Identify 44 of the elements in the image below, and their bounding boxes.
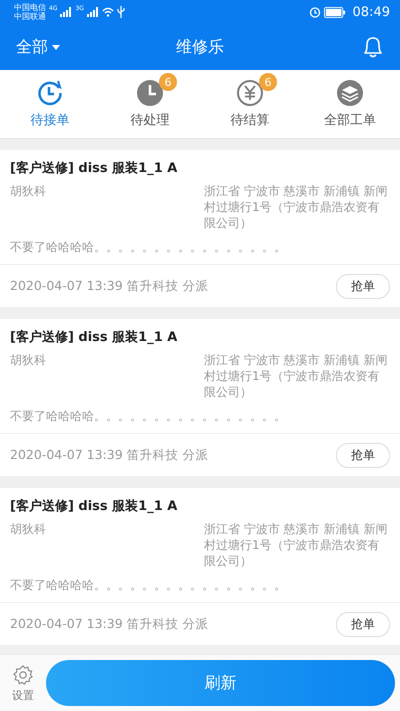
clock-icon bbox=[36, 79, 64, 107]
order-title: [客户送修] diss 服装1_1 A bbox=[10, 328, 178, 346]
filter-dropdown[interactable]: 全部 bbox=[16, 36, 60, 58]
tab[interactable]: 6 待结算 bbox=[200, 70, 300, 138]
wifi-icon bbox=[102, 7, 114, 17]
carrier-name: 中国联通 bbox=[14, 12, 46, 21]
order-title: [客户送修] diss 服装1_1 A bbox=[10, 160, 178, 177]
address-text: 浙江省 宁波市 慈溪市 新浦镇 新闸村过塘行1号（宁波市鼎浩农资有限公司） bbox=[204, 352, 388, 400]
dispatch-info: 2020-04-07 13:39 笛升科技 分派 bbox=[10, 278, 209, 294]
settings-icon bbox=[12, 664, 34, 686]
order-title: [客户送修] diss 服装1_1 A bbox=[10, 498, 178, 515]
usb-icon bbox=[116, 6, 125, 18]
yen-coin-icon bbox=[236, 79, 264, 107]
customer-name: 胡狄科 bbox=[10, 521, 46, 538]
grab-order-button[interactable]: 抢单 bbox=[336, 612, 390, 636]
address-text: 浙江省 宁波市 慈溪市 新浦镇 新闸村过塘行1号（宁波市鼎浩农资有限公司） bbox=[204, 183, 388, 231]
bell-icon bbox=[362, 35, 384, 59]
battery-icon bbox=[324, 6, 346, 18]
caret-icon bbox=[52, 44, 60, 50]
app-title: 维修乐 bbox=[176, 36, 224, 58]
grab-order-button[interactable]: 抢单 bbox=[336, 274, 390, 298]
pie-clock-icon bbox=[136, 79, 164, 107]
clock-time: 08:49 bbox=[352, 4, 390, 20]
count-badge: 6 bbox=[259, 73, 277, 91]
order-note: 不要了哈哈哈哈。。。。。。。。。。。。。。。。 bbox=[10, 577, 287, 594]
order-note: 不要了哈哈哈哈。。。。。。。。。。。。。。。。 bbox=[10, 408, 287, 425]
notification-button[interactable] bbox=[362, 35, 384, 59]
order-note: 不要了哈哈哈哈。。。。。。。。。。。。。。。。 bbox=[10, 239, 287, 256]
dispatch-info: 2020-04-07 13:39 笛升科技 分派 bbox=[10, 446, 209, 464]
settings-button[interactable]: 设置 bbox=[12, 664, 34, 702]
address-text: 浙江省 宁波市 慈溪市 新浦镇 新闸村过塘行1号（宁波市鼎浩农资有限公司） bbox=[204, 521, 388, 569]
signal-icon bbox=[60, 7, 72, 17]
count-badge: 6 bbox=[159, 73, 177, 91]
customer-name: 胡狄科 bbox=[10, 183, 46, 200]
customer-name: 胡狄科 bbox=[10, 352, 46, 369]
tab[interactable]: 6 待处理 bbox=[100, 70, 200, 138]
tab[interactable]: 全部工单 bbox=[300, 70, 400, 138]
tab[interactable]: 待接单 bbox=[0, 70, 100, 138]
alarm-icon bbox=[308, 6, 321, 18]
signal-icon bbox=[86, 7, 99, 17]
layers-icon bbox=[336, 79, 364, 107]
dispatch-info: 2020-04-07 13:39 笛升科技 分派 bbox=[10, 616, 209, 632]
grab-order-button[interactable]: 抢单 bbox=[336, 442, 390, 468]
carrier-name: 中国电信 bbox=[14, 3, 46, 12]
